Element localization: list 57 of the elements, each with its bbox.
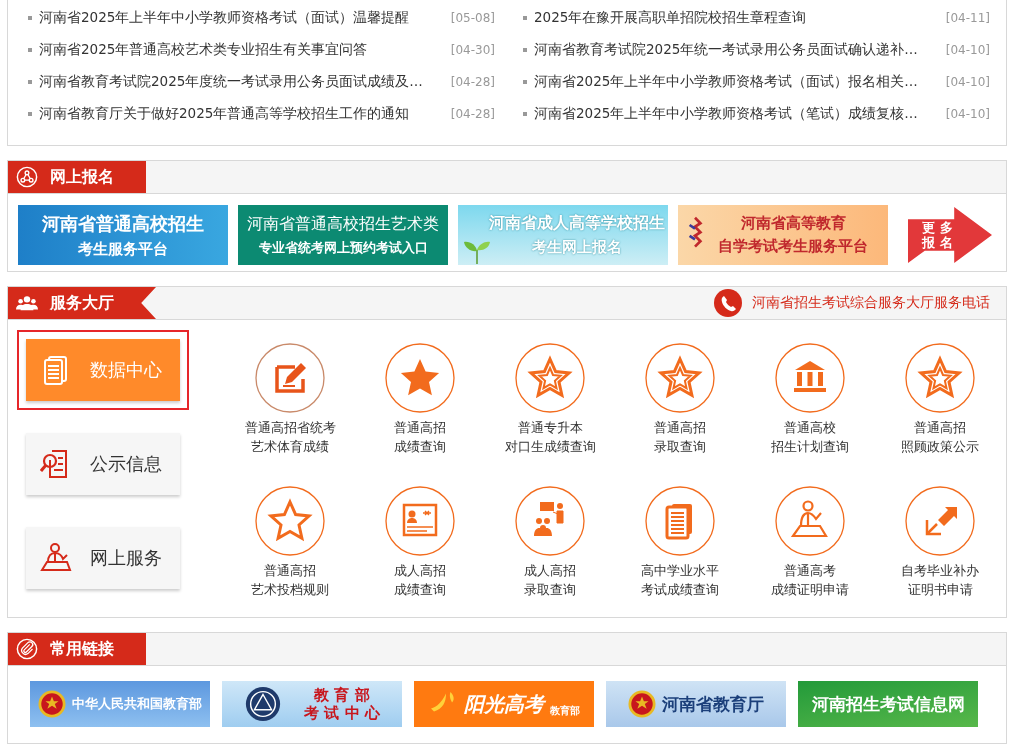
service-menu-button[interactable]: 网上服务: [26, 527, 180, 589]
service-link[interactable]: 普通高招 录取查询: [615, 343, 745, 474]
service-link[interactable]: 普通高招 艺术投档规则: [225, 486, 355, 617]
news-date: [04-10]: [945, 75, 990, 89]
news-date: [04-28]: [450, 107, 495, 121]
building-icon: [775, 343, 845, 413]
nodes-icon: [16, 166, 38, 188]
bullet-icon: [523, 16, 527, 20]
news-date: [04-11]: [945, 11, 990, 25]
bullet-icon: [523, 48, 527, 52]
meeting-icon: [515, 486, 585, 556]
bullet-icon: [28, 112, 32, 116]
news-link[interactable]: 河南省2025年普通高校艺术类专业招生有关事宜问答: [39, 41, 445, 59]
bullet-icon: [28, 80, 32, 84]
documents-icon: [645, 486, 715, 556]
pencil-form-icon: [255, 343, 325, 413]
section-title: 网上报名: [50, 166, 114, 188]
news-date: [04-30]: [450, 43, 495, 57]
news-link[interactable]: 河南省教育考试院2025年统一考试录用公务员面试确认递补…: [534, 41, 940, 59]
person-desk-icon: [775, 486, 845, 556]
paperclip-icon: [16, 638, 38, 660]
service-link[interactable]: 成人高招 成绩查询: [355, 486, 485, 617]
service-link[interactable]: 普通高招 照顾政策公示: [875, 343, 1005, 474]
bullet-icon: [523, 80, 527, 84]
person-desk-icon: [40, 542, 72, 574]
service-phone-link[interactable]: 河南省招生考试综合服务大厅服务电话: [752, 294, 990, 312]
news-link[interactable]: 河南省教育考试院2025年度统一考试录用公务员面试成绩及…: [39, 73, 445, 91]
news-date: [04-28]: [450, 75, 495, 89]
news-link[interactable]: 2025年在豫开展高职单招院校招生章程查询: [534, 9, 940, 27]
news-date: [04-10]: [945, 107, 990, 121]
certificate-icon: [385, 486, 455, 556]
section-title: 服务大厅: [50, 292, 114, 314]
news-link[interactable]: 河南省2025年上半年中小学教师资格考试（面试）温馨提醒: [39, 9, 445, 27]
news-date: [05-08]: [450, 11, 495, 25]
site-logo-link[interactable]: 教 育 部 考 试 中 心: [222, 681, 402, 727]
service-link[interactable]: 普通高招 成绩查询: [355, 343, 485, 474]
news-link[interactable]: 河南省教育厅关于做好2025年普通高等学校招生工作的通知: [39, 105, 445, 123]
service-link[interactable]: 自考毕业补办 证明书申请: [875, 486, 1005, 617]
bullet-icon: [28, 16, 32, 20]
service-link[interactable]: 普通高校 招生计划查询: [745, 343, 875, 474]
banner-link[interactable]: 河南省普通高校招生 考生服务平台: [18, 205, 228, 265]
service-link[interactable]: 普通专升本 对口生成绩查询: [485, 343, 615, 474]
more-arrow-button[interactable]: 更 多 报 名: [908, 207, 992, 263]
news-date: [04-10]: [945, 43, 990, 57]
service-link[interactable]: 普通高招省统考 艺术体育成绩: [225, 343, 355, 474]
service-menu-button[interactable]: 公示信息: [26, 433, 180, 495]
service-link[interactable]: 普通高考 成绩证明申请: [745, 486, 875, 617]
section-title: 常用链接: [50, 638, 114, 660]
banner-link[interactable]: 河南省高等教育 自学考试考生服务平台: [678, 205, 888, 265]
service-link[interactable]: 成人高招 录取查询: [485, 486, 615, 617]
site-logo-link[interactable]: 河南省教育厅: [606, 681, 786, 727]
news-link[interactable]: 河南省2025年上半年中小学教师资格考试（笔试）成绩复核…: [534, 105, 940, 123]
bullet-icon: [523, 112, 527, 116]
service-link[interactable]: 高中学业水平 考试成绩查询: [615, 486, 745, 617]
banner-link[interactable]: 河南省普通高校招生艺术类 专业省统考网上预约考试入口: [238, 205, 448, 265]
news-link[interactable]: 河南省2025年上半年中小学教师资格考试（面试）报名相关…: [534, 73, 940, 91]
bullet-icon: [28, 48, 32, 52]
